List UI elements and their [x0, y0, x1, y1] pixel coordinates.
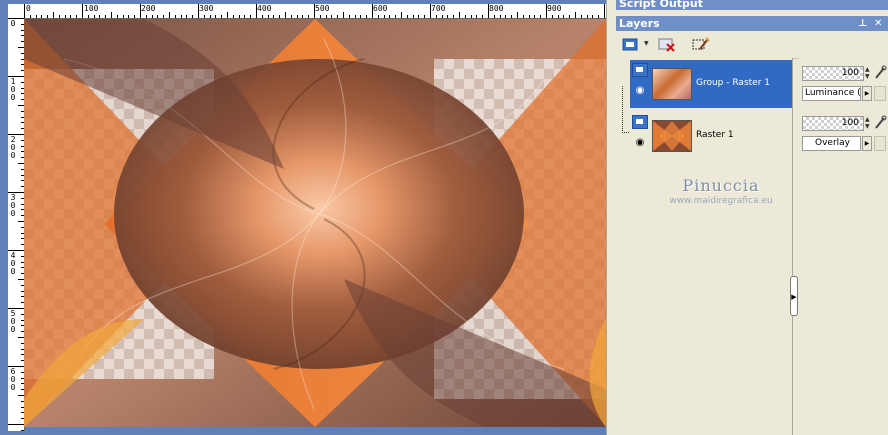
lock-icon[interactable]: [874, 86, 886, 101]
watermark-url: www.maidiregrafica.eu: [669, 196, 773, 206]
ruler-corner: [8, 4, 25, 19]
ruler-label: 900: [547, 4, 562, 13]
ruler-label: 4 0 0: [10, 251, 16, 276]
ruler-label: 6 0 0: [10, 367, 16, 392]
layers-toolbar: ▼: [616, 32, 888, 59]
group-layer-icon: [632, 63, 648, 77]
layer-properties-column: 100 ▲▼ Luminance (L) ▶ 100 ▲▼ Overlay ▶: [799, 58, 888, 435]
layer-name: Group - Raster 1: [696, 78, 770, 88]
brush-icon[interactable]: [873, 115, 887, 130]
ruler-label: 1 0 0: [10, 77, 16, 102]
ruler-label: 100: [84, 4, 99, 13]
ruler-label: 300: [199, 4, 214, 13]
image-canvas[interactable]: [24, 19, 606, 427]
watermark-title: Pinuccia: [682, 176, 760, 195]
chevron-down-icon[interactable]: ▼: [644, 41, 650, 47]
layers-title: Layers: [619, 17, 660, 30]
layer-row-raster-1[interactable]: ◉ Raster 1: [630, 112, 792, 160]
delete-layer-icon[interactable]: [656, 35, 678, 55]
image-window: 0 100 200 300 400 500 600 700 800 900 0 …: [0, 0, 612, 435]
vertical-ruler: 0 1 0 0 2 0 0 3 0 0 4 0 0 5 0 0 6 0 0: [8, 18, 25, 431]
layer-row-group-raster-1[interactable]: ◉ Group - Raster 1: [630, 60, 792, 108]
ruler-label: 500: [315, 4, 330, 13]
ruler-label: 800: [489, 4, 504, 13]
layer-name: Raster 1: [696, 130, 734, 140]
ruler-label: 3 0 0: [10, 193, 16, 218]
opacity-slider[interactable]: 100: [802, 116, 864, 131]
ruler-label: 0: [26, 4, 31, 13]
opacity-slider[interactable]: 100: [802, 66, 864, 81]
raster-layer-icon: [632, 115, 648, 129]
opacity-spinner[interactable]: ▲ ▼: [865, 116, 871, 131]
blend-mode-select[interactable]: Overlay: [802, 136, 861, 151]
lock-icon[interactable]: [874, 136, 886, 151]
chevron-right-icon[interactable]: ▶: [862, 86, 872, 101]
ruler-label: 0: [10, 19, 16, 28]
edit-selection-icon[interactable]: [690, 35, 712, 55]
collapse-handle[interactable]: ▶: [790, 276, 798, 316]
horizontal-ruler: 0 100 200 300 400 500 600 700 800 900: [24, 4, 606, 19]
opacity-spinner[interactable]: ▲ ▼: [865, 66, 871, 81]
brush-icon[interactable]: [873, 65, 887, 80]
ruler-label: 200: [141, 4, 156, 13]
opacity-value: 100: [841, 68, 859, 78]
layers-list: ◉ Group - Raster 1 ◉ Raster 1: [616, 58, 793, 435]
opacity-value: 100: [841, 118, 859, 128]
watermark: Pinuccia www.maidiregrafica.eu: [656, 176, 786, 206]
ruler-label: 5 0 0: [10, 309, 16, 334]
eye-icon[interactable]: ◉: [632, 138, 648, 148]
ruler-label: 600: [373, 4, 388, 13]
script-output-titlebar[interactable]: Script Output: [616, 0, 888, 10]
ruler-label: 400: [257, 4, 272, 13]
blend-mode-select[interactable]: Luminance (L): [802, 86, 861, 101]
chevron-right-icon[interactable]: ▶: [862, 136, 872, 151]
close-icon[interactable]: ✕: [874, 16, 882, 31]
script-output-title: Script Output: [619, 0, 704, 10]
group-tree-line: [622, 86, 629, 133]
ruler-label: 700: [431, 4, 446, 13]
layers-titlebar[interactable]: Layers ⊥ ✕: [616, 16, 888, 31]
ruler-label: 2 0 0: [10, 135, 16, 160]
layer-thumbnail: [652, 68, 692, 100]
pin-icon[interactable]: ⊥: [858, 16, 867, 31]
new-raster-layer-icon[interactable]: [620, 35, 642, 55]
eye-icon[interactable]: ◉: [632, 86, 648, 96]
layer-thumbnail: [652, 120, 692, 152]
